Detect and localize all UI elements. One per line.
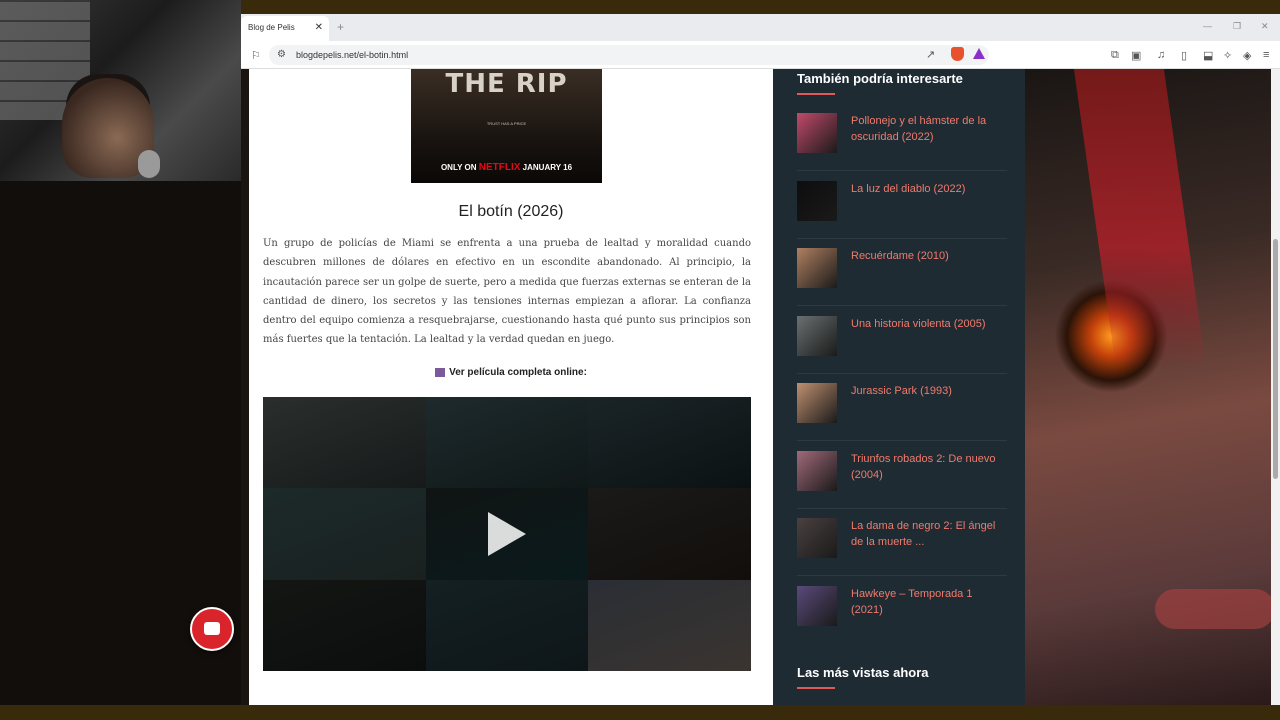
related-movie-item[interactable]: La luz del diablo (2022) [797, 180, 1007, 241]
related-movie-thumbnail[interactable] [797, 450, 837, 491]
list-divider [797, 305, 1007, 306]
video-thumb [425, 397, 589, 489]
video-thumb [588, 488, 751, 580]
chat-button[interactable] [190, 607, 234, 651]
related-movie-item[interactable]: Una historia violenta (2005) [797, 315, 1007, 376]
bookmark-icon[interactable]: ⚐ [251, 49, 261, 62]
sidebar-heading: También podría interesarte [797, 71, 963, 86]
heading-underline [797, 93, 835, 95]
background-artwork [1025, 69, 1271, 705]
list-divider [797, 575, 1007, 576]
related-movie-item[interactable]: Hawkeye – Temporada 1 (2021) [797, 585, 1007, 646]
article: THE RIP TRUST HAS A PRICE ONLY ON NETFLI… [190, 69, 773, 705]
poster-platform-prefix: ONLY ON [440, 163, 477, 172]
artwork-red-paint [1073, 69, 1207, 369]
video-thumb [425, 579, 589, 671]
ai-icon[interactable]: ✧ [1223, 49, 1232, 62]
list-divider [797, 507, 1007, 509]
movie-title: El botín (2026) [458, 203, 564, 220]
window-close-icon[interactable]: ✕ [1261, 21, 1269, 32]
address-bar-row: ⚐ ⚙ blogdepelis.net/el-botin.html ↗ ⧉ ▣ … [241, 41, 1280, 69]
related-movie-link[interactable]: La luz del diablo (2022) [851, 181, 1003, 197]
video-thumb [263, 579, 426, 671]
netflix-logo: NETFLIX [478, 162, 521, 173]
brave-shield-icon[interactable] [951, 47, 964, 61]
tab-title: Blog de Pelis [248, 23, 295, 32]
related-movie-link[interactable]: Recuérdame (2010) [851, 248, 1003, 264]
url-text[interactable]: blogdepelis.net/el-botin.html [296, 50, 408, 60]
related-movie-item[interactable]: La dama de negro 2: El ángel de la muert… [797, 518, 1007, 578]
related-movie-thumbnail[interactable] [797, 383, 837, 423]
related-movie-thumbnail[interactable] [797, 315, 837, 356]
webcam-overlay [0, 0, 241, 181]
video-thumb [588, 579, 751, 671]
watch-label-text: Ver película completa online: [449, 367, 587, 378]
related-movie-link[interactable]: Hawkeye – Temporada 1 (2021) [851, 586, 1003, 618]
related-movie-thumbnail[interactable] [797, 585, 837, 626]
synopsis: Un grupo de policías de Miami se enfrent… [263, 238, 751, 346]
video-thumb [263, 397, 426, 489]
sidebar-heading-most-viewed: Las más vistas ahora [797, 665, 929, 680]
vpn-icon[interactable]: ◈ [1243, 49, 1251, 62]
related-movie-item[interactable]: Pollonejo y el hámster de la oscuridad (… [797, 113, 1007, 173]
microphone [138, 150, 160, 178]
extensions-icon[interactable]: ⧉ [1111, 49, 1119, 62]
page-content: THE RIP TRUST HAS A PRICE ONLY ON NETFLI… [190, 69, 1280, 705]
poster-title: THE RIP [445, 69, 568, 99]
share-icon[interactable]: ↗ [926, 48, 935, 61]
watch-label: Ver película completa online: [249, 367, 773, 378]
maximize-icon[interactable]: ❐ [1233, 21, 1241, 32]
related-movie-item[interactable]: Jurassic Park (1993) [797, 383, 1007, 443]
sidebar: También podría interesarte Pollonejo y e… [773, 69, 1265, 705]
minimize-icon[interactable]: — [1203, 21, 1212, 31]
tab-close-icon[interactable]: ✕ [315, 22, 323, 33]
page-left-background [241, 69, 249, 705]
wallet-icon[interactable]: ▣ [1131, 49, 1141, 62]
site-settings-icon[interactable]: ⚙ [277, 49, 286, 60]
related-movie-thumbnail[interactable] [797, 518, 837, 558]
music-icon[interactable]: ♫ [1157, 49, 1165, 61]
url-bar[interactable]: ⚙ blogdepelis.net/el-botin.html ↗ [269, 45, 989, 65]
clapperboard-icon [435, 367, 446, 377]
screen-bottom-border [0, 705, 1280, 720]
page-scrollbar[interactable] [1271, 69, 1280, 705]
new-tab-icon[interactable]: + [337, 20, 344, 34]
related-movie-thumbnail[interactable] [797, 248, 837, 288]
list-divider [797, 170, 1007, 171]
poster-footer: ONLY ON NETFLIX JANUARY 16 [411, 162, 602, 173]
list-divider [797, 372, 1007, 374]
tab-strip: Blog de Pelis ✕ + — ❐ ✕ [241, 14, 1280, 41]
related-movie-link[interactable]: Triunfos robados 2: De nuevo (2004) [851, 451, 1003, 483]
poster-tagline: TRUST HAS A PRICE [486, 121, 527, 126]
related-movie-link[interactable]: Pollonejo y el hámster de la oscuridad (… [851, 113, 1003, 145]
list-divider [797, 237, 1007, 239]
related-movie-thumbnail[interactable] [797, 113, 837, 153]
video-thumb [588, 397, 751, 489]
sidebar-icon[interactable]: ▯ [1181, 49, 1187, 62]
related-movie-item[interactable]: Recuérdame (2010) [797, 248, 1007, 308]
movie-poster: THE RIP TRUST HAS A PRICE ONLY ON NETFLI… [411, 69, 602, 183]
play-icon[interactable] [488, 512, 526, 556]
brave-rewards-icon[interactable] [973, 48, 985, 59]
video-player[interactable] [263, 397, 751, 671]
related-movie-link[interactable]: La dama de negro 2: El ángel de la muert… [851, 518, 1003, 550]
heading-underline [797, 687, 835, 689]
artwork-lips [1155, 589, 1271, 629]
poster-release: JANUARY 16 [522, 163, 573, 172]
related-movie-link[interactable]: Jurassic Park (1993) [851, 383, 1003, 399]
related-movie-link[interactable]: Una historia violenta (2005) [851, 316, 1003, 332]
menu-icon[interactable]: ≡ [1263, 49, 1269, 61]
list-divider [797, 440, 1007, 441]
video-thumb [263, 488, 426, 580]
scrollbar-thumb[interactable] [1273, 239, 1278, 479]
browser-window: Blog de Pelis ✕ + — ❐ ✕ ⚐ ⚙ blogdepelis.… [190, 14, 1280, 705]
downloads-icon[interactable]: ⬓ [1203, 49, 1213, 62]
related-movie-item[interactable]: Triunfos robados 2: De nuevo (2004) [797, 450, 1007, 511]
browser-tab[interactable]: Blog de Pelis ✕ [241, 16, 329, 41]
related-movie-thumbnail[interactable] [797, 180, 837, 221]
